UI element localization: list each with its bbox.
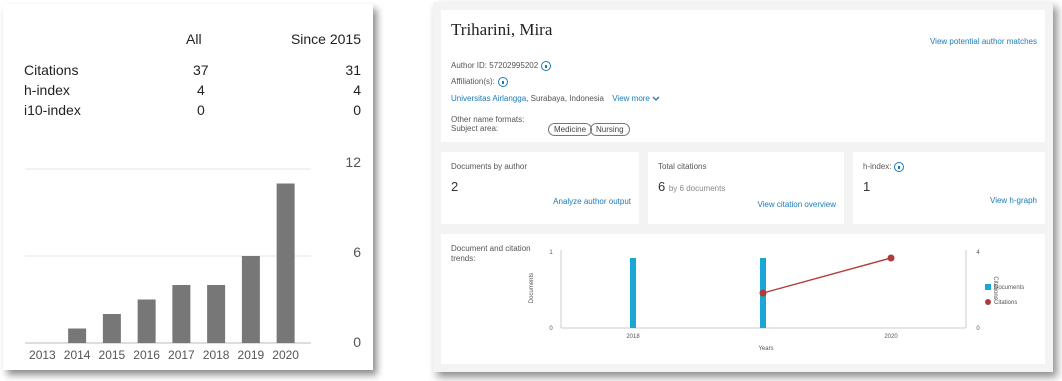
citations-value: 6 bbox=[658, 179, 666, 194]
row-since-value: 4 bbox=[353, 82, 361, 98]
x-tick-label: 2017 bbox=[168, 348, 195, 362]
h-index-value: 1 bbox=[863, 179, 871, 194]
author-id-line: Author ID: 57202995202 bbox=[451, 61, 552, 71]
legend-label-citations: Citations bbox=[994, 300, 1017, 306]
h-index-title: h-index: bbox=[863, 162, 892, 172]
subject-area-label: Subject area: bbox=[451, 124, 499, 133]
x-tick-label: 2016 bbox=[133, 348, 160, 362]
author-header-card: Triharini, Mira View potential author ma… bbox=[441, 10, 1045, 142]
scholar-citations-panel: All Since 2015 Citations 37 31 h-index 4… bbox=[3, 4, 373, 370]
scopus-author-panel: Triharini, Mira View potential author ma… bbox=[433, 2, 1053, 372]
x-tick-label: 2013 bbox=[29, 348, 56, 362]
bar-2014 bbox=[68, 328, 87, 343]
x-tick-label: 2020 bbox=[884, 334, 898, 340]
legend-swatch-citations bbox=[985, 299, 991, 305]
citations-title: Total citations bbox=[658, 162, 707, 171]
x-tick-label: 2020 bbox=[272, 348, 299, 362]
legend-swatch-documents bbox=[985, 284, 991, 290]
affiliations-line: Affiliation(s): bbox=[451, 77, 508, 87]
bar-2018 bbox=[207, 285, 226, 343]
view-more-link[interactable]: View more bbox=[612, 94, 650, 103]
row-label: i10-index bbox=[24, 102, 81, 118]
document-citation-trends-chart: 1 0 4 0 Documents Citations 2018 2020 Years Docum… bbox=[529, 250, 1024, 352]
trends-card: Document and citation trends: 1 0 4 0 Docume… bbox=[441, 234, 1045, 364]
row-since-value: 0 bbox=[353, 102, 361, 118]
bar-2016 bbox=[137, 299, 156, 343]
chevron-down-icon[interactable] bbox=[652, 96, 660, 102]
info-icon[interactable] bbox=[497, 77, 508, 87]
legend-label-documents: Documents bbox=[994, 285, 1024, 291]
author-name: Triharini, Mira bbox=[451, 20, 553, 39]
view-potential-author-matches-link[interactable]: View potential author matches bbox=[930, 37, 1037, 46]
row-label: Citations bbox=[24, 62, 79, 78]
citations-per-year-chart: 2013 2014 2015 2016 2017 2018 2019 2020 bbox=[25, 168, 311, 362]
y-axis-label-left: Documents bbox=[529, 273, 535, 303]
view-citation-overview-link[interactable]: View citation overview bbox=[757, 200, 836, 209]
info-icon[interactable] bbox=[894, 162, 905, 172]
info-icon[interactable] bbox=[541, 61, 552, 71]
subject-badge-nursing[interactable]: Nursing bbox=[590, 123, 630, 136]
x-tick-label: 2018 bbox=[203, 348, 230, 362]
citations-value-line: 6 by 6 documents bbox=[658, 179, 725, 194]
citations-line bbox=[762, 257, 892, 294]
header-all[interactable]: All bbox=[186, 31, 202, 47]
x-tick-label: 2014 bbox=[64, 348, 91, 362]
bar-2019 bbox=[241, 256, 260, 343]
other-name-formats-label: Other name formats: bbox=[451, 115, 525, 124]
row-all-value: 4 bbox=[197, 82, 205, 98]
row-label: h-index bbox=[24, 82, 70, 98]
affiliations-label: Affiliation(s): bbox=[451, 77, 495, 87]
citations-point-2019 bbox=[759, 289, 767, 297]
affiliation-link[interactable]: Universitas Airlangga bbox=[451, 94, 526, 103]
row-all-value: 0 bbox=[197, 102, 205, 118]
documents-card: Documents by author 2 Analyze author out… bbox=[441, 152, 639, 224]
bar-2015 bbox=[102, 314, 121, 343]
subject-badge-medicine[interactable]: Medicine bbox=[548, 123, 593, 136]
citations-suffix: by 6 documents bbox=[668, 184, 726, 193]
header-since-2015[interactable]: Since 2015 bbox=[291, 31, 361, 47]
x-tick-label: 2015 bbox=[99, 348, 126, 362]
left-tick-label: 0 bbox=[549, 326, 553, 332]
x-axis-label: Years bbox=[758, 346, 773, 352]
analyze-author-output-link[interactable]: Analyze author output bbox=[553, 197, 631, 206]
bar-2020 bbox=[276, 183, 295, 343]
x-tick-label: 2019 bbox=[238, 348, 265, 362]
row-all-value: 37 bbox=[193, 62, 209, 78]
citations-point-2020 bbox=[887, 254, 895, 262]
affiliation-line: Universitas Airlangga, Surabaya, Indones… bbox=[451, 94, 660, 103]
documents-title: Documents by author bbox=[451, 162, 528, 171]
author-id: Author ID: 57202995202 bbox=[451, 61, 539, 71]
total-citations-card: Total citations 6 by 6 documents View ci… bbox=[648, 152, 844, 224]
bar-2017 bbox=[172, 285, 191, 343]
x-tick-label: 2018 bbox=[626, 334, 640, 340]
documents-value: 2 bbox=[451, 179, 459, 194]
right-tick-label: 0 bbox=[976, 326, 980, 332]
h-index-card: h-index: 1 View h-graph bbox=[853, 152, 1045, 224]
right-tick-label: 4 bbox=[976, 250, 980, 256]
left-tick-label: 1 bbox=[549, 250, 553, 256]
view-h-graph-link[interactable]: View h-graph bbox=[990, 196, 1037, 205]
h-index-title-line: h-index: bbox=[863, 162, 905, 172]
documents-bar-2018 bbox=[630, 258, 636, 328]
row-since-value: 31 bbox=[345, 62, 361, 78]
affiliation-location: , Surabaya, Indonesia bbox=[526, 94, 604, 103]
